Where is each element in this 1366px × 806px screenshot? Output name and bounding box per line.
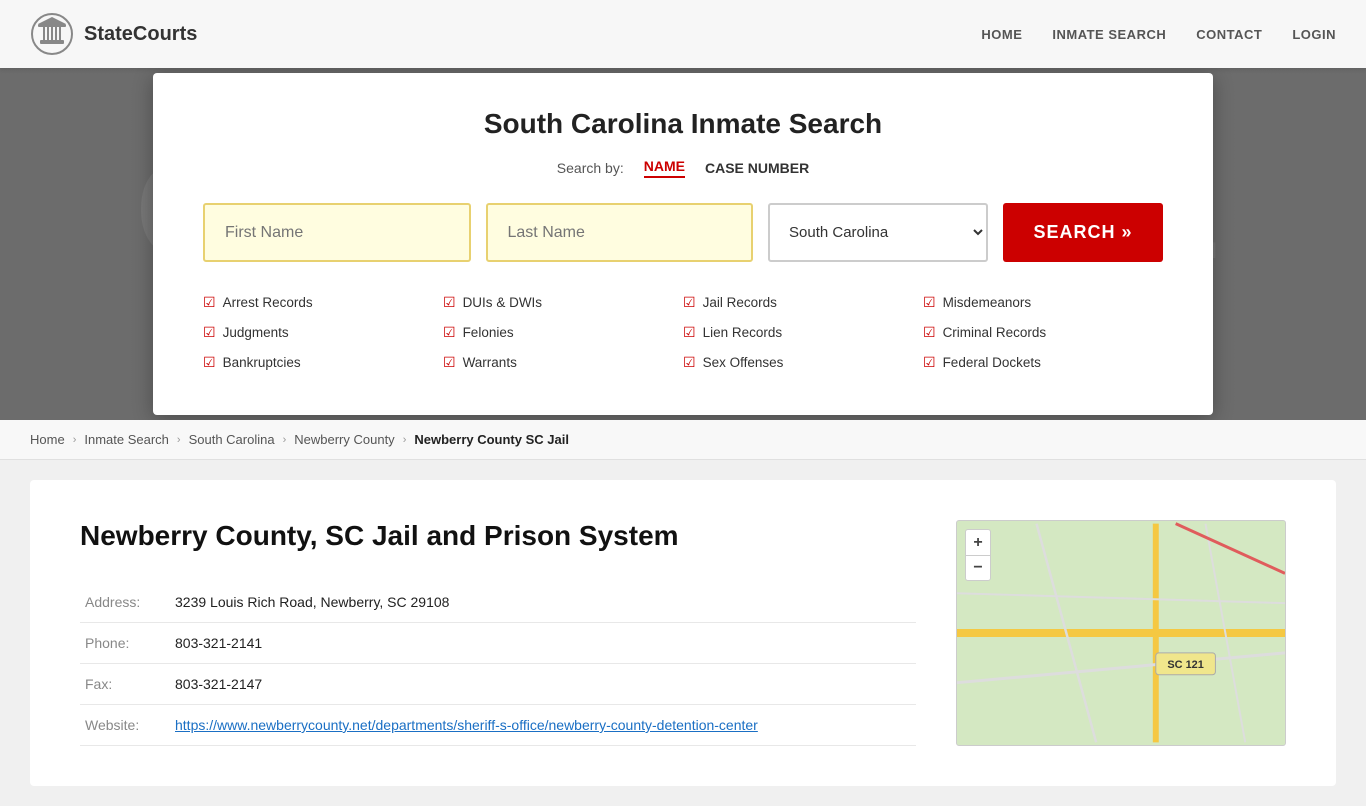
feature-item: ☑ Federal Dockets — [923, 350, 1163, 375]
logo-icon — [30, 12, 74, 56]
content-area: Newberry County, SC Jail and Prison Syst… — [0, 460, 1366, 806]
check-icon: ☑ — [923, 294, 936, 311]
phone-value: 803-321-2141 — [170, 623, 916, 664]
feature-item: ☑ DUIs & DWIs — [443, 290, 683, 315]
feature-item: ☑ Jail Records — [683, 290, 923, 315]
nav-inmate-search[interactable]: INMATE SEARCH — [1052, 27, 1166, 42]
fax-row: Fax: 803-321-2147 — [80, 664, 916, 705]
tab-name[interactable]: NAME — [644, 158, 685, 178]
feature-label: Bankruptcies — [223, 355, 301, 370]
feature-label: Warrants — [463, 355, 517, 370]
facility-info: Newberry County, SC Jail and Prison Syst… — [80, 520, 916, 746]
map-zoom-in[interactable]: + — [965, 529, 991, 555]
content-card: Newberry County, SC Jail and Prison Syst… — [30, 480, 1336, 786]
state-select[interactable]: AlabamaAlaskaArizonaArkansasCaliforniaCo… — [768, 203, 988, 262]
feature-item: ☑ Misdemeanors — [923, 290, 1163, 315]
feature-item: ☑ Criminal Records — [923, 320, 1163, 345]
phone-row: Phone: 803-321-2141 — [80, 623, 916, 664]
svg-text:SC 121: SC 121 — [1167, 659, 1203, 671]
breadcrumb-county[interactable]: Newberry County — [294, 432, 394, 447]
site-header: StateCourts HOME INMATE SEARCH CONTACT L… — [0, 0, 1366, 68]
info-table: Address: 3239 Louis Rich Road, Newberry,… — [80, 582, 916, 746]
nav-login[interactable]: LOGIN — [1292, 27, 1336, 42]
sep-3: › — [283, 434, 287, 446]
feature-label: Misdemeanors — [943, 295, 1032, 310]
check-icon: ☑ — [683, 294, 696, 311]
check-icon: ☑ — [923, 324, 936, 341]
map-container: + − SC 121 — [956, 520, 1286, 746]
feature-item: ☑ Bankruptcies — [203, 350, 443, 375]
first-name-input[interactable] — [203, 203, 471, 262]
breadcrumb-inmate-search[interactable]: Inmate Search — [84, 432, 169, 447]
nav-home[interactable]: HOME — [981, 27, 1022, 42]
breadcrumb-home[interactable]: Home — [30, 432, 65, 447]
website-label: Website: — [80, 705, 170, 746]
sep-1: › — [73, 434, 77, 446]
feature-label: Felonies — [463, 325, 514, 340]
check-icon: ☑ — [203, 324, 216, 341]
main-nav: HOME INMATE SEARCH CONTACT LOGIN — [981, 27, 1336, 42]
check-icon: ☑ — [203, 354, 216, 371]
breadcrumb-current: Newberry County SC Jail — [414, 432, 569, 447]
fax-value: 803-321-2147 — [170, 664, 916, 705]
logo-text: StateCourts — [84, 23, 197, 46]
address-value: 3239 Louis Rich Road, Newberry, SC 29108 — [170, 582, 916, 623]
feature-item: ☑ Felonies — [443, 320, 683, 345]
search-button[interactable]: SEARCH » — [1003, 203, 1163, 262]
search-inputs: AlabamaAlaskaArizonaArkansasCaliforniaCo… — [203, 203, 1163, 262]
map-svg: SC 121 — [957, 521, 1285, 745]
map-zoom-out[interactable]: − — [965, 555, 991, 581]
feature-item: ☑ Sex Offenses — [683, 350, 923, 375]
feature-label: Federal Dockets — [943, 355, 1041, 370]
tab-case-number[interactable]: CASE NUMBER — [705, 160, 809, 176]
feature-label: Judgments — [223, 325, 289, 340]
feature-item: ☑ Arrest Records — [203, 290, 443, 315]
feature-item: ☑ Lien Records — [683, 320, 923, 345]
phone-label: Phone: — [80, 623, 170, 664]
feature-label: Jail Records — [703, 295, 777, 310]
search-by-tabs: Search by: NAME CASE NUMBER — [203, 158, 1163, 178]
check-icon: ☑ — [443, 324, 456, 341]
modal-title: South Carolina Inmate Search — [203, 108, 1163, 140]
address-row: Address: 3239 Louis Rich Road, Newberry,… — [80, 582, 916, 623]
check-icon: ☑ — [443, 294, 456, 311]
feature-label: Arrest Records — [223, 295, 313, 310]
logo-link[interactable]: StateCourts — [30, 12, 197, 56]
sep-2: › — [177, 434, 181, 446]
features-grid: ☑ Arrest Records ☑ DUIs & DWIs ☑ Jail Records… — [203, 290, 1163, 375]
check-icon: ☑ — [443, 354, 456, 371]
address-label: Address: — [80, 582, 170, 623]
check-icon: ☑ — [683, 354, 696, 371]
check-icon: ☑ — [203, 294, 216, 311]
search-modal: South Carolina Inmate Search Search by: … — [153, 73, 1213, 415]
breadcrumb: Home › Inmate Search › South Carolina › … — [0, 420, 1366, 460]
website-row: Website: https://www.newberrycounty.net/… — [80, 705, 916, 746]
fax-label: Fax: — [80, 664, 170, 705]
feature-label: Criminal Records — [943, 325, 1047, 340]
feature-label: DUIs & DWIs — [463, 295, 543, 310]
last-name-input[interactable] — [486, 203, 754, 262]
check-icon: ☑ — [683, 324, 696, 341]
sep-4: › — [403, 434, 407, 446]
breadcrumb-state[interactable]: South Carolina — [189, 432, 275, 447]
feature-label: Lien Records — [703, 325, 783, 340]
search-by-label: Search by: — [557, 160, 624, 176]
facility-title: Newberry County, SC Jail and Prison Syst… — [80, 520, 916, 552]
feature-label: Sex Offenses — [703, 355, 784, 370]
feature-item: ☑ Judgments — [203, 320, 443, 345]
nav-contact[interactable]: CONTACT — [1196, 27, 1262, 42]
feature-item: ☑ Warrants — [443, 350, 683, 375]
check-icon: ☑ — [923, 354, 936, 371]
website-link[interactable]: https://www.newberrycounty.net/departmen… — [175, 717, 758, 733]
map-controls: + − — [965, 529, 991, 581]
